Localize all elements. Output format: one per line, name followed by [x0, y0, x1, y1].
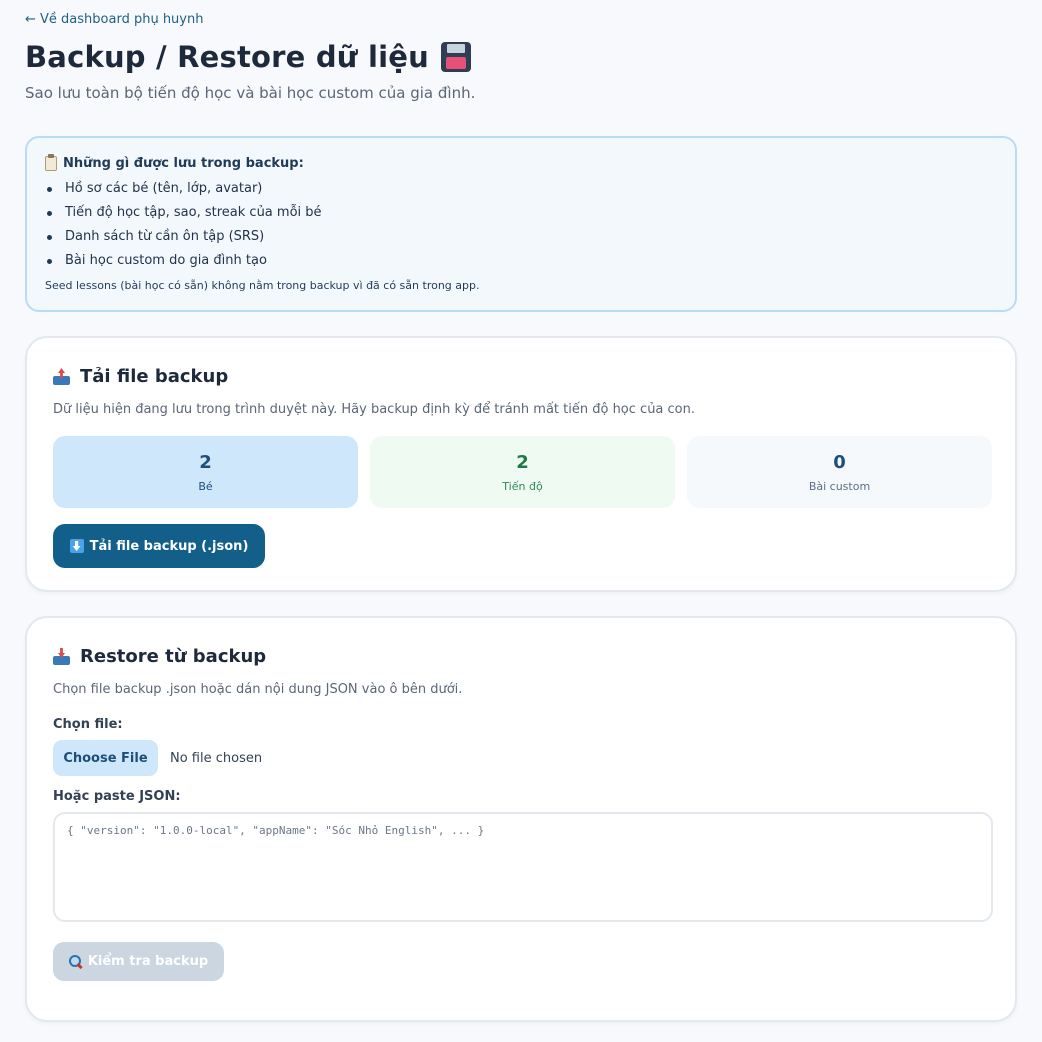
list-item: Danh sách từ cần ôn tập (SRS)	[45, 225, 997, 249]
paste-json-label: Hoặc paste JSON:	[53, 789, 181, 804]
download-backup-card: Tải file backup Dữ liệu hiện đang lưu tr…	[25, 336, 1017, 592]
choose-file-button[interactable]: Choose File	[53, 740, 158, 776]
choose-file-label: Chọn file:	[53, 717, 123, 732]
info-heading-text: Những gì được lưu trong backup:	[63, 156, 304, 171]
download-arrow-icon	[69, 539, 84, 553]
info-note: Seed lessons (bài học có sẵn) không nằm …	[45, 279, 480, 292]
download-card-title-text: Tải file backup	[80, 366, 229, 387]
file-status-text: No file chosen	[170, 750, 263, 766]
stat-custom-lessons-label: Bài custom	[808, 479, 871, 493]
page-subtitle: Sao lưu toàn bộ tiến độ học và bài học c…	[25, 84, 476, 102]
stat-kids-value: 2	[199, 451, 212, 473]
check-backup-button-label: Kiểm tra backup	[87, 954, 209, 969]
restore-card-title-text: Restore từ backup	[80, 646, 267, 667]
back-to-dashboard-link[interactable]: ← Về dashboard phụ huynh	[25, 12, 203, 27]
stats-row: 2 Bé 2 Tiến độ 0 Bài custom	[53, 436, 992, 508]
stat-custom-lessons-value: 0	[833, 451, 846, 473]
stat-custom-lessons: 0 Bài custom	[687, 436, 992, 508]
stat-progress-value: 2	[516, 451, 529, 473]
outbox-tray-icon	[53, 368, 70, 385]
stat-progress-label: Tiến độ	[502, 479, 543, 493]
download-card-description: Dữ liệu hiện đang lưu trong trình duyệt …	[53, 402, 696, 417]
list-item: Tiến độ học tập, sao, streak của mỗi bé	[45, 201, 997, 225]
download-card-title: Tải file backup	[53, 366, 228, 387]
stat-progress: 2 Tiến độ	[370, 436, 675, 508]
magnifier-icon	[68, 955, 82, 968]
page-title: Backup / Restore dữ liệu	[25, 40, 471, 74]
download-backup-button-label: Tải file backup (.json)	[89, 538, 249, 554]
file-input-row: Choose File No file chosen	[53, 740, 262, 776]
floppy-disk-icon	[440, 42, 471, 72]
info-list: Hồ sơ các bé (tên, lớp, avatar) Tiến độ …	[45, 177, 997, 273]
restore-backup-card: Restore từ backup Chọn file backup .json…	[25, 616, 1017, 1022]
backup-info-box: Những gì được lưu trong backup: Hồ sơ cá…	[25, 136, 1017, 312]
info-heading: Những gì được lưu trong backup:	[45, 154, 997, 171]
stat-kids-label: Bé	[198, 479, 213, 493]
restore-card-description: Chọn file backup .json hoặc dán nội dung…	[53, 682, 463, 697]
inbox-tray-icon	[53, 648, 70, 665]
list-item: Hồ sơ các bé (tên, lớp, avatar)	[45, 177, 997, 201]
json-paste-textarea[interactable]	[53, 812, 993, 922]
clipboard-icon	[45, 154, 57, 171]
stat-kids: 2 Bé	[53, 436, 358, 508]
page-title-text: Backup / Restore dữ liệu	[25, 40, 429, 74]
download-backup-button[interactable]: Tải file backup (.json)	[53, 524, 265, 568]
restore-card-title: Restore từ backup	[53, 646, 266, 667]
list-item: Bài học custom do gia đình tạo	[45, 249, 997, 273]
check-backup-button[interactable]: Kiểm tra backup	[53, 942, 224, 981]
